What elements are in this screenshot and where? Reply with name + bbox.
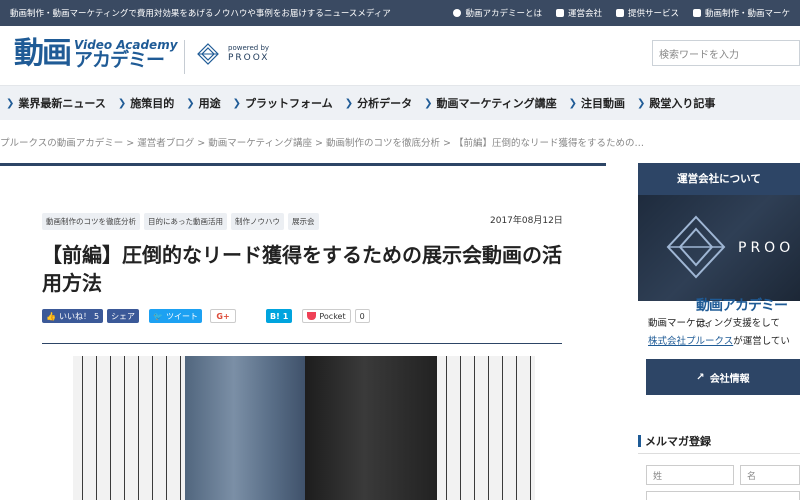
video-camera-icon: [692, 9, 701, 17]
info-icon: [453, 9, 462, 17]
like-count: 5: [93, 311, 100, 321]
chevron-right-icon: ❯: [568, 97, 577, 109]
hatena-bookmark-button[interactable]: B! 1: [266, 309, 293, 323]
nav-item-course[interactable]: ❯ 動画マーケティング講座: [424, 95, 557, 111]
facebook-share-button[interactable]: シェア: [107, 309, 140, 323]
site-tagline: 動画制作・動画マーケティングで費用対効果をあげるノウハウや事例をお届けするニュー…: [10, 9, 391, 19]
header-divider: [184, 40, 185, 74]
topbar-link-video[interactable]: 動画制作・動画マーケ: [692, 7, 790, 19]
tag-link[interactable]: 動画制作のコツを徹底分析: [42, 213, 140, 230]
first-name-input[interactable]: 名: [740, 465, 800, 485]
nav-item-usage[interactable]: ❯ 用途: [186, 95, 220, 111]
nav-item-platform[interactable]: ❯ プラットフォーム: [233, 95, 333, 111]
article-divider: [42, 343, 562, 344]
nav-item-purpose[interactable]: ❯ 施策目的: [118, 95, 174, 111]
building-icon: [555, 9, 564, 17]
black-trousers-image: [305, 356, 437, 500]
hatena-count: 1: [282, 311, 289, 321]
article-card: 動画制作のコツを徹底分析 目的にあった動画活用 制作ノウハウ 展示会 2017年…: [0, 163, 606, 500]
topbar-link-services[interactable]: 提供サービス: [615, 7, 679, 19]
proox-logo-icon: [197, 43, 219, 65]
nav-item-news[interactable]: ❯ 業界最新ニュース: [6, 95, 106, 111]
powered-by-proox[interactable]: powered by PROOX: [196, 42, 269, 66]
search-input[interactable]: 検索ワードを入力: [652, 40, 800, 66]
chevron-right-icon: ❯: [424, 97, 433, 109]
site-logo[interactable]: 動画 Video Academy アカデミー: [14, 38, 178, 70]
breadcrumb[interactable]: プルークスの動画アカデミー > 運営者ブログ > 動画マーケティング講座 > 動…: [0, 135, 800, 149]
share-buttons: 👍 いいね！ 5 シェア 🐦 ツイート G+ B! 1 Pocket 0: [42, 309, 370, 323]
tag-link[interactable]: 展示会: [288, 213, 319, 230]
proox-emblem-icon: [666, 215, 726, 279]
email-input[interactable]: [646, 491, 800, 500]
article-title: 【前編】圧倒的なリード獲得をするための展示会動画の活用方法: [42, 243, 562, 295]
company-banner-brand: PROO: [738, 240, 795, 256]
nav-item-featured[interactable]: ❯ 注目動画: [569, 95, 625, 111]
company-box-heading: 運営会社について: [638, 163, 800, 195]
pocket-icon: [307, 312, 317, 320]
chevron-right-icon: ❯: [6, 97, 15, 109]
logo-mark: 動画: [14, 36, 72, 71]
google-plus-button[interactable]: G+: [210, 309, 237, 323]
chevron-right-icon: ❯: [117, 97, 127, 109]
main-nav: ❯ 業界最新ニュース ❯ 施策目的 ❯ 用途 ❯ プラットフォーム ❯ 分析データ ❯ 動画…: [0, 86, 800, 120]
topbar-link-company[interactable]: 運営会社: [555, 7, 602, 19]
chevron-right-icon: ❯: [344, 97, 354, 109]
facebook-like-button[interactable]: 👍 いいね！ 5: [42, 309, 104, 323]
pocket-button[interactable]: Pocket: [302, 309, 351, 323]
company-banner-image[interactable]: PROO: [638, 195, 800, 301]
company-info-button[interactable]: ↗ 会社情報: [646, 359, 800, 395]
company-description: 動画マーケティング支援をして 株式会社プルークスが運営してい: [648, 318, 790, 347]
chevron-right-icon: ❯: [232, 97, 242, 109]
list-icon: [615, 9, 624, 17]
tweet-button[interactable]: 🐦 ツイート: [149, 309, 203, 323]
chevron-right-icon: ❯: [636, 97, 646, 109]
site-header: 動画 Video Academy アカデミー powered by PROOX 検…: [0, 26, 800, 86]
last-name-input[interactable]: 姓: [646, 465, 734, 485]
chevron-right-icon: ❯: [186, 97, 195, 109]
sidebar: 運営会社について PROO 動画アカデミーは、 動画マーケティング支援をして 株…: [638, 163, 800, 500]
logo-japanese: アカデミー: [74, 48, 165, 71]
top-bar: 動画制作・動画マーケティングで費用対効果をあげるノウハウや事例をお届けするニュー…: [0, 0, 800, 26]
thumbs-up-icon: 👍: [46, 311, 56, 321]
proox-label: PROOX: [228, 52, 270, 63]
nav-item-analysis[interactable]: ❯ 分析データ: [345, 95, 412, 111]
nav-item-hall-of-fame[interactable]: ❯ 殿堂入り記事: [637, 95, 715, 111]
heading-accent-bar: [638, 435, 641, 447]
powered-by-label: powered by: [228, 43, 270, 52]
external-link-icon: ↗: [696, 371, 705, 383]
tag-link[interactable]: 目的にあった動画活用: [144, 213, 227, 230]
twitter-bird-icon: 🐦: [153, 311, 164, 321]
tag-link[interactable]: 制作ノウハウ: [231, 213, 284, 230]
topbar-link-about[interactable]: 動画アカデミーとは: [453, 7, 542, 19]
newsletter-heading: メルマガ登録: [638, 433, 711, 449]
pocket-count: 0: [354, 309, 370, 323]
article-hero-image: [73, 356, 535, 500]
newsletter-divider: [638, 453, 800, 454]
article-date: 2017年08月12日: [490, 216, 563, 226]
article-tags: 動画制作のコツを徹底分析 目的にあった動画活用 制作ノウハウ 展示会: [42, 213, 319, 230]
jeans-legs-image: [185, 356, 307, 500]
company-link[interactable]: 株式会社プルークス: [648, 336, 733, 347]
